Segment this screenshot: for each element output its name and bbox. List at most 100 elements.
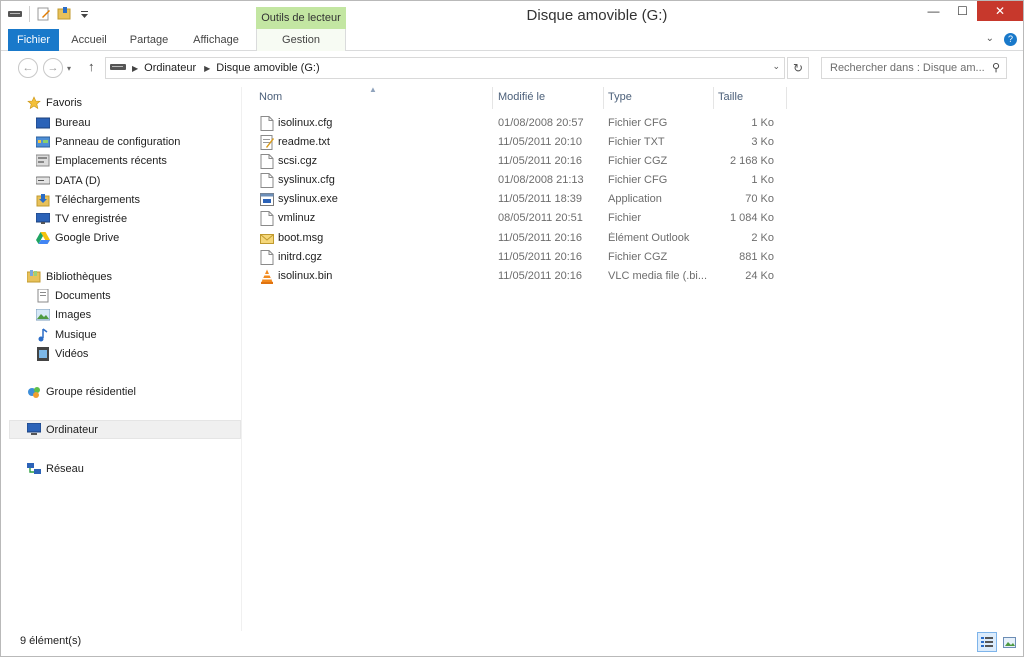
nav-bureau[interactable]: Bureau: [35, 113, 90, 132]
file-type: Fichier CGZ: [608, 251, 668, 263]
nav-groupe-residentiel[interactable]: Groupe résidentiel: [26, 382, 136, 401]
text-file-icon: [260, 135, 274, 150]
file-type: Fichier CFG: [608, 117, 668, 129]
file-modified: 11/05/2011 20:16: [498, 155, 583, 167]
nav-videos[interactable]: Vidéos: [35, 344, 88, 363]
refresh-icon: ↻: [792, 61, 804, 75]
nav-google-drive[interactable]: Google Drive: [35, 228, 119, 247]
close-button[interactable]: ✕: [977, 1, 1023, 21]
column-header-size[interactable]: Taille: [713, 87, 786, 109]
column-divider[interactable]: [786, 87, 787, 109]
file-size: 1 084 Ko: [729, 212, 774, 224]
chevron-right-icon[interactable]: ▶: [132, 64, 138, 73]
tab-partage[interactable]: Partage: [123, 29, 175, 51]
back-button[interactable]: ←: [18, 58, 38, 78]
file-name: syslinux.cfg: [278, 174, 335, 186]
nav-tv-enregistree[interactable]: TV enregistrée: [35, 209, 127, 228]
music-icon: [35, 327, 51, 343]
file-name: isolinux.cfg: [278, 117, 333, 129]
nav-label: Bureau: [55, 116, 91, 129]
search-icon[interactable]: ⚲: [992, 58, 1000, 78]
nav-label: Réseau: [46, 462, 84, 475]
nav-data-d[interactable]: DATA (D): [35, 171, 100, 190]
large-icons-view-button[interactable]: [999, 632, 1019, 652]
file-modified: 11/05/2011 20:10: [498, 136, 583, 148]
address-dropdown-icon[interactable]: ⌄: [772, 61, 780, 72]
file-name: scsi.cgz: [278, 155, 318, 167]
nav-emplacements-recents[interactable]: Emplacements récents: [35, 151, 167, 170]
nav-musique[interactable]: Musique: [35, 325, 97, 344]
documents-icon: [35, 288, 51, 304]
minimize-button[interactable]: —: [919, 1, 948, 21]
forward-button[interactable]: →: [43, 58, 63, 78]
window-title: Disque amovible (G:): [526, 7, 668, 24]
ribbon-expand-icon[interactable]: ⌄: [986, 33, 994, 46]
chevron-right-icon[interactable]: ▶: [204, 64, 210, 73]
file-row[interactable]: syslinux.exe 11/05/2011 18:39 Applicatio…: [256, 190, 786, 209]
large-icons-view-icon: [1002, 636, 1016, 648]
file-row[interactable]: boot.msg 11/05/2011 20:16 Élément Outloo…: [256, 229, 786, 248]
nav-ordinateur[interactable]: Ordinateur: [9, 420, 241, 439]
nav-images[interactable]: Images: [35, 305, 91, 324]
column-header-name[interactable]: Nom: [254, 87, 492, 109]
nav-favoris[interactable]: Favoris: [26, 93, 82, 112]
file-type: Élément Outlook: [608, 232, 690, 244]
star-icon: [26, 95, 42, 111]
refresh-button[interactable]: ↻: [787, 57, 809, 79]
file-modified: 11/05/2011 18:39: [498, 193, 583, 205]
title-bar: Outils de lecteur Disque amovible (G:) —…: [1, 1, 1023, 29]
file-name: boot.msg: [278, 232, 324, 244]
tab-fichier[interactable]: Fichier: [8, 29, 59, 51]
file-size: 24 Ko: [745, 270, 774, 282]
exe-icon: [260, 193, 274, 206]
details-view-button[interactable]: [977, 632, 997, 652]
ribbon-tabs: Fichier Accueil Partage Affichage Gestio…: [1, 29, 1023, 51]
search-input[interactable]: Rechercher dans : Disque am... ⚲: [821, 57, 1007, 79]
videos-icon: [35, 346, 51, 362]
address-bar[interactable]: ▶ Ordinateur ▶ Disque amovible (G:) ⌄: [105, 57, 785, 79]
file-type: Fichier: [608, 212, 642, 224]
mail-icon: [260, 234, 274, 244]
recent-locations-icon[interactable]: ▾: [67, 64, 71, 73]
file-name: isolinux.bin: [278, 270, 333, 282]
breadcrumb-disque[interactable]: Disque amovible (G:): [216, 62, 319, 74]
file-row[interactable]: initrd.cgz 11/05/2011 20:16 Fichier CGZ …: [256, 248, 786, 267]
file-type: Fichier CFG: [608, 174, 668, 186]
file-modified: 11/05/2011 20:16: [498, 232, 583, 244]
file-icon: [260, 173, 274, 188]
nav-label: Musique: [55, 328, 97, 341]
network-icon: [26, 461, 42, 477]
column-header-type[interactable]: Type: [603, 87, 713, 109]
tab-gestion[interactable]: Gestion: [256, 29, 346, 51]
file-type: Application: [608, 193, 662, 205]
file-row[interactable]: readme.txt 11/05/2011 20:10 Fichier TXT …: [256, 133, 786, 152]
file-size: 1 Ko: [751, 174, 774, 186]
nav-documents[interactable]: Documents: [35, 286, 111, 305]
file-size: 3 Ko: [751, 136, 774, 148]
maximize-button[interactable]: ☐: [948, 1, 977, 21]
nav-label: Google Drive: [55, 231, 120, 244]
tab-affichage[interactable]: Affichage: [185, 29, 247, 51]
nav-telechargements[interactable]: Téléchargements: [35, 190, 140, 209]
help-icon[interactable]: ?: [1004, 33, 1017, 46]
search-placeholder: Rechercher dans : Disque am...: [830, 62, 985, 74]
breadcrumb-ordinateur[interactable]: Ordinateur: [144, 62, 196, 74]
nav-label: Bibliothèques: [46, 270, 113, 283]
file-type: Fichier CGZ: [608, 155, 668, 167]
vlc-icon: [261, 269, 273, 284]
file-row[interactable]: scsi.cgz 11/05/2011 20:16 Fichier CGZ 2 …: [256, 152, 786, 171]
nav-label: Groupe résidentiel: [46, 385, 136, 398]
file-row[interactable]: isolinux.cfg 01/08/2008 20:57 Fichier CF…: [256, 114, 786, 133]
file-row[interactable]: syslinux.cfg 01/08/2008 21:13 Fichier CF…: [256, 171, 786, 190]
nav-reseau[interactable]: Réseau: [26, 459, 84, 478]
file-row[interactable]: vmlinuz 08/05/2011 20:51 Fichier 1 084 K…: [256, 209, 786, 228]
up-button[interactable]: ↑: [88, 59, 95, 74]
file-icon: [260, 211, 274, 226]
nav-bibliotheques[interactable]: Bibliothèques: [26, 267, 112, 286]
recent-places-icon: [35, 153, 51, 169]
nav-panneau-configuration[interactable]: Panneau de configuration: [35, 132, 180, 151]
file-row[interactable]: isolinux.bin 11/05/2011 20:16 VLC media …: [256, 267, 786, 286]
column-header-modified[interactable]: Modifié le: [493, 87, 603, 109]
nav-label: Ordinateur: [46, 423, 98, 436]
tab-accueil[interactable]: Accueil: [63, 29, 115, 51]
